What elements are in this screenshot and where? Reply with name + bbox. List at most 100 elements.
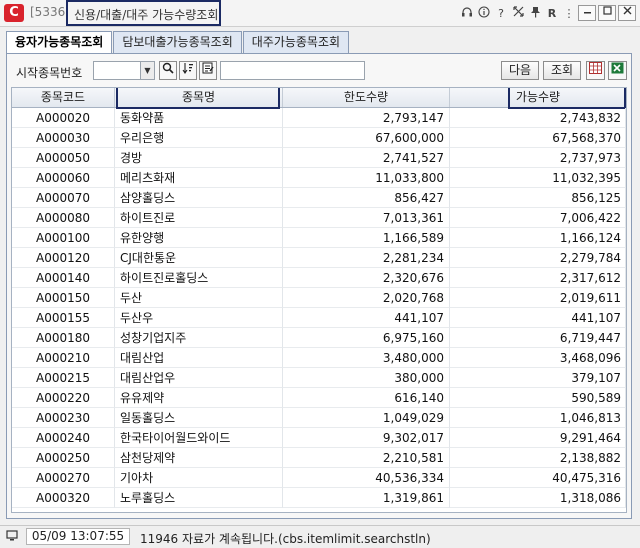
screen-number: [5336: [30, 5, 66, 19]
cell-name: 하이트진로: [115, 208, 283, 228]
table-row[interactable]: A000230 일동홀딩스 1,049,029 1,046,813: [12, 408, 626, 428]
cell-code: A000120: [12, 248, 115, 268]
status-time: 05/09 13:07:55: [26, 528, 130, 545]
table-row[interactable]: A000270 기아차 40,536,334 40,475,316: [12, 468, 626, 488]
cell-code: A000020: [12, 108, 115, 128]
query-button[interactable]: 조회: [543, 61, 581, 80]
grid-settings-icon[interactable]: [586, 61, 605, 80]
table-row[interactable]: A000150 두산 2,020,768 2,019,611: [12, 288, 626, 308]
cell-code: A000070: [12, 188, 115, 208]
window-title: 신용/대출/대주 가능수량조회: [74, 8, 219, 22]
cell-code: A000230: [12, 408, 115, 428]
cell-limit: 1,319,861: [283, 488, 450, 508]
cell-available: 2,743,832: [450, 108, 626, 128]
start-code-label: 시작종목번호: [16, 66, 83, 80]
cell-code: A000270: [12, 468, 115, 488]
table-row[interactable]: A000120 CJ대한통운 2,281,234 2,279,784: [12, 248, 626, 268]
header-limit[interactable]: 한도수량: [283, 88, 450, 107]
cell-available: 379,107: [450, 368, 626, 388]
cell-limit: 616,140: [283, 388, 450, 408]
table-row[interactable]: A000140 하이트진로홀딩스 2,320,676 2,317,612: [12, 268, 626, 288]
cell-code: A000240: [12, 428, 115, 448]
info-icon[interactable]: [477, 5, 491, 21]
cell-name: CJ대한통운: [115, 248, 283, 268]
tab-bar: 융자가능종목조회 담보대출가능종목조회 대주가능종목조회: [6, 31, 350, 54]
headset-icon[interactable]: [460, 6, 474, 21]
table-row[interactable]: A000070 삼양홀딩스 856,427 856,125: [12, 188, 626, 208]
edit-list-icon[interactable]: [199, 61, 217, 80]
header-name-highlight: [116, 88, 280, 109]
cell-name: 메리츠화재: [115, 168, 283, 188]
cell-limit: 2,210,581: [283, 448, 450, 468]
cell-code: A000080: [12, 208, 115, 228]
table-row[interactable]: A000050 경방 2,741,527 2,737,973: [12, 148, 626, 168]
next-button[interactable]: 다음: [501, 61, 539, 80]
cell-code: A000030: [12, 128, 115, 148]
cell-limit: 1,049,029: [283, 408, 450, 428]
table-row[interactable]: A000240 한국타이어월드와이드 9,302,017 9,291,464: [12, 428, 626, 448]
cell-limit: 3,480,000: [283, 348, 450, 368]
cell-available: 2,019,611: [450, 288, 626, 308]
cell-limit: 1,166,589: [283, 228, 450, 248]
r-icon[interactable]: R: [545, 6, 559, 21]
tab-margin-loan[interactable]: 융자가능종목조회: [6, 31, 113, 54]
cell-code: A000210: [12, 348, 115, 368]
app-logo: C: [4, 4, 24, 22]
cell-limit: 856,427: [283, 188, 450, 208]
table-row[interactable]: A000080 하이트진로 7,013,361 7,006,422: [12, 208, 626, 228]
title-toolbar: ? R ⋮: [457, 5, 636, 21]
search-icon[interactable]: [159, 61, 177, 80]
cell-limit: 441,107: [283, 308, 450, 328]
cell-limit: 11,033,800: [283, 168, 450, 188]
maximize-icon[interactable]: [598, 5, 616, 21]
cell-code: A000060: [12, 168, 115, 188]
cell-available: 7,006,422: [450, 208, 626, 228]
table-row[interactable]: A000220 유유제약 616,140 590,589: [12, 388, 626, 408]
cell-available: 1,166,124: [450, 228, 626, 248]
cell-name: 삼양홀딩스: [115, 188, 283, 208]
cell-code: A000140: [12, 268, 115, 288]
excel-icon[interactable]: [608, 61, 627, 80]
cell-code: A000100: [12, 228, 115, 248]
help-icon[interactable]: ?: [494, 6, 508, 21]
cell-available: 3,468,096: [450, 348, 626, 368]
tab-collateral-loan[interactable]: 담보대출가능종목조회: [113, 31, 242, 53]
cell-code: A000180: [12, 328, 115, 348]
monitor-icon[interactable]: [6, 530, 19, 543]
table-row[interactable]: A000180 성창기업지주 6,975,160 6,719,447: [12, 328, 626, 348]
cell-limit: 2,741,527: [283, 148, 450, 168]
table-row[interactable]: A000030 우리은행 67,600,000 67,568,370: [12, 128, 626, 148]
table-row[interactable]: A000320 노루홀딩스 1,319,861 1,318,086: [12, 488, 626, 508]
cell-name: 유한양행: [115, 228, 283, 248]
cell-name: 하이트진로홀딩스: [115, 268, 283, 288]
cell-name: 기아차: [115, 468, 283, 488]
minimize-icon[interactable]: [578, 5, 596, 21]
start-code-combo[interactable]: ▼: [93, 61, 155, 80]
sort-icon[interactable]: [179, 61, 197, 80]
table-row[interactable]: A000215 대림산업우 380,000 379,107: [12, 368, 626, 388]
cell-code: A000155: [12, 308, 115, 328]
cell-code: A000220: [12, 388, 115, 408]
table-row[interactable]: A000250 삼천당제약 2,210,581 2,138,882: [12, 448, 626, 468]
cell-available: 1,046,813: [450, 408, 626, 428]
close-icon[interactable]: [618, 5, 636, 21]
cell-name: 노루홀딩스: [115, 488, 283, 508]
main-panel: 시작종목번호 ▼ 다음 조회 종목코드 종목명 한도수량 가능수량 A00002…: [6, 53, 632, 519]
chevron-down-icon[interactable]: ▼: [140, 62, 154, 79]
cell-limit: 67,600,000: [283, 128, 450, 148]
move-icon[interactable]: [511, 5, 525, 21]
cell-available: 11,032,395: [450, 168, 626, 188]
stock-name-field[interactable]: [220, 61, 365, 80]
cell-code: A000250: [12, 448, 115, 468]
pin-icon[interactable]: [528, 6, 542, 21]
table-row[interactable]: A000100 유한양행 1,166,589 1,166,124: [12, 228, 626, 248]
cell-limit: 2,020,768: [283, 288, 450, 308]
table-row[interactable]: A000060 메리츠화재 11,033,800 11,032,395: [12, 168, 626, 188]
table-row[interactable]: A000155 두산우 441,107 441,107: [12, 308, 626, 328]
tab-stock-lending[interactable]: 대주가능종목조회: [242, 31, 350, 53]
table-row[interactable]: A000020 동화약품 2,793,147 2,743,832: [12, 108, 626, 128]
more-icon[interactable]: ⋮: [562, 6, 576, 21]
window-title-box: 신용/대출/대주 가능수량조회: [66, 0, 221, 26]
table-row[interactable]: A000210 대림산업 3,480,000 3,468,096: [12, 348, 626, 368]
header-code[interactable]: 종목코드: [12, 88, 115, 107]
